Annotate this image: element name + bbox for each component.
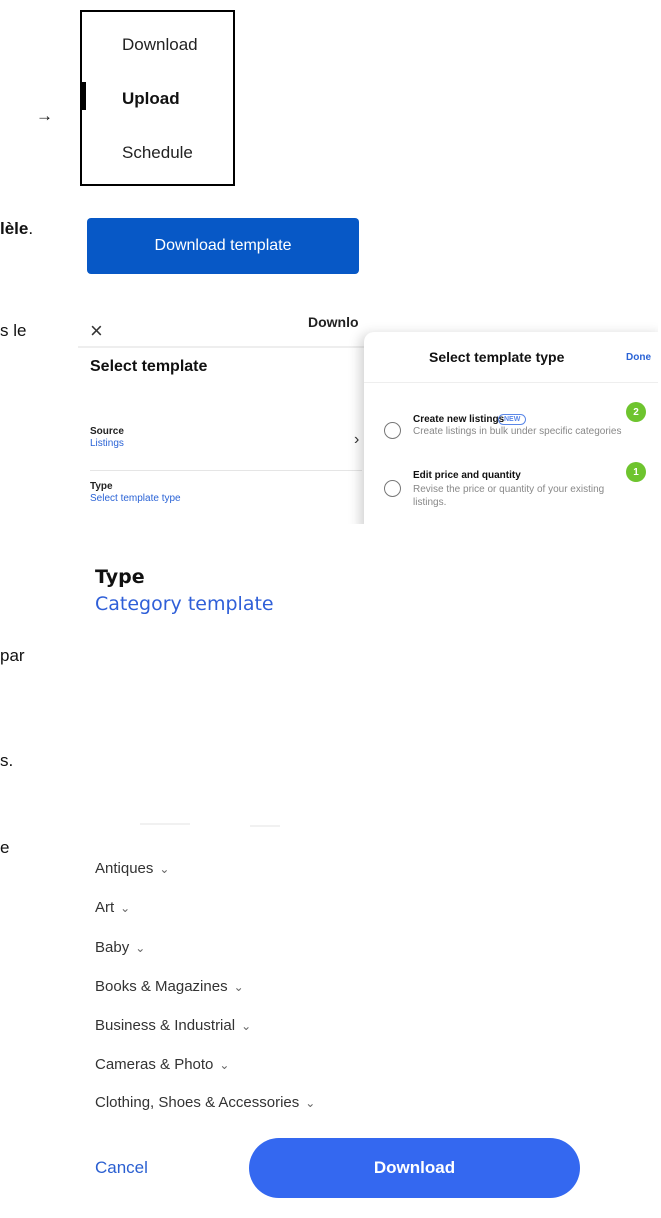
option-title-create: Create new listings <box>413 414 505 425</box>
text-fragment-le: s le <box>0 321 27 340</box>
chevron-down-icon: ⌄ <box>219 1057 230 1072</box>
radio-edit-price-quantity[interactable] <box>384 480 401 497</box>
action-menu: Download Upload Schedule <box>80 10 235 186</box>
modal-title: Downlo <box>308 314 359 330</box>
option-desc-edit: Revise the price or quantity of your exi… <box>413 484 605 508</box>
category-label: Antiques <box>95 860 154 877</box>
divider <box>140 823 190 825</box>
text-fragment-s: s. <box>0 751 14 770</box>
category-label: Clothing, Shoes & Accessories <box>95 1094 300 1111</box>
chevron-down-icon: ⌄ <box>120 900 131 915</box>
new-badge: NEW <box>498 414 527 425</box>
count-badge: 2 <box>626 402 646 422</box>
source-value[interactable]: Listings <box>90 438 124 449</box>
category-item-antiques[interactable]: Antiques ⌄ <box>95 860 169 877</box>
menu-item-download[interactable]: Download <box>122 35 198 55</box>
type-value-link[interactable]: Category template <box>95 593 274 615</box>
type-label: Type <box>90 481 113 492</box>
chevron-right-icon[interactable]: › <box>354 431 359 449</box>
chevron-down-icon: ⌄ <box>159 861 170 876</box>
active-indicator <box>82 82 86 110</box>
header-divider <box>78 346 378 348</box>
panel-title: Select template type <box>429 349 565 365</box>
divider <box>250 825 280 827</box>
cancel-button[interactable]: Cancel <box>95 1158 148 1178</box>
category-item-baby[interactable]: Baby ⌄ <box>95 939 145 956</box>
category-label: Baby <box>95 939 130 956</box>
download-button[interactable]: Download <box>249 1138 580 1198</box>
divider <box>90 470 362 471</box>
category-item-clothing[interactable]: Clothing, Shoes & Accessories ⌄ <box>95 1094 315 1111</box>
panel-divider <box>364 382 658 383</box>
menu-item-schedule[interactable]: Schedule <box>122 143 193 163</box>
text-fragment-e: e <box>0 838 10 857</box>
category-item-books-magazines[interactable]: Books & Magazines ⌄ <box>95 978 244 995</box>
option-desc-create: Create listings in bulk under specific c… <box>413 426 622 437</box>
category-item-art[interactable]: Art ⌄ <box>95 899 130 916</box>
download-template-button[interactable]: Download template <box>87 218 359 274</box>
text-fragment-par: par <box>0 646 25 665</box>
category-item-business-industrial[interactable]: Business & Industrial ⌄ <box>95 1017 251 1034</box>
category-label: Books & Magazines <box>95 978 228 995</box>
chevron-down-icon: ⌄ <box>135 940 146 955</box>
category-item-cameras-photo[interactable]: Cameras & Photo ⌄ <box>95 1056 229 1073</box>
option-title-edit: Edit price and quantity <box>413 470 521 481</box>
template-type-panel: Select template type Done Create new lis… <box>364 332 658 524</box>
chevron-down-icon: ⌄ <box>233 979 244 994</box>
text-fragment-model: lèle. <box>0 219 34 238</box>
source-label: Source <box>90 426 124 437</box>
done-button[interactable]: Done <box>626 352 651 363</box>
count-badge: 1 <box>626 462 646 482</box>
category-label: Cameras & Photo <box>95 1056 214 1073</box>
radio-create-new-listings[interactable] <box>384 422 401 439</box>
chevron-down-icon: ⌄ <box>305 1095 316 1110</box>
menu-item-upload[interactable]: Upload <box>122 89 180 109</box>
category-label: Art <box>95 899 115 916</box>
type-heading: Type <box>95 566 145 588</box>
chevron-down-icon: ⌄ <box>241 1018 252 1033</box>
download-template-modal: × Downlo Select template Source Listings… <box>78 308 658 524</box>
close-icon[interactable]: × <box>90 318 103 344</box>
category-label: Business & Industrial <box>95 1017 236 1034</box>
arrow-fragment: → <box>36 106 53 125</box>
select-template-heading: Select template <box>90 358 208 375</box>
type-select-link[interactable]: Select template type <box>90 493 181 504</box>
